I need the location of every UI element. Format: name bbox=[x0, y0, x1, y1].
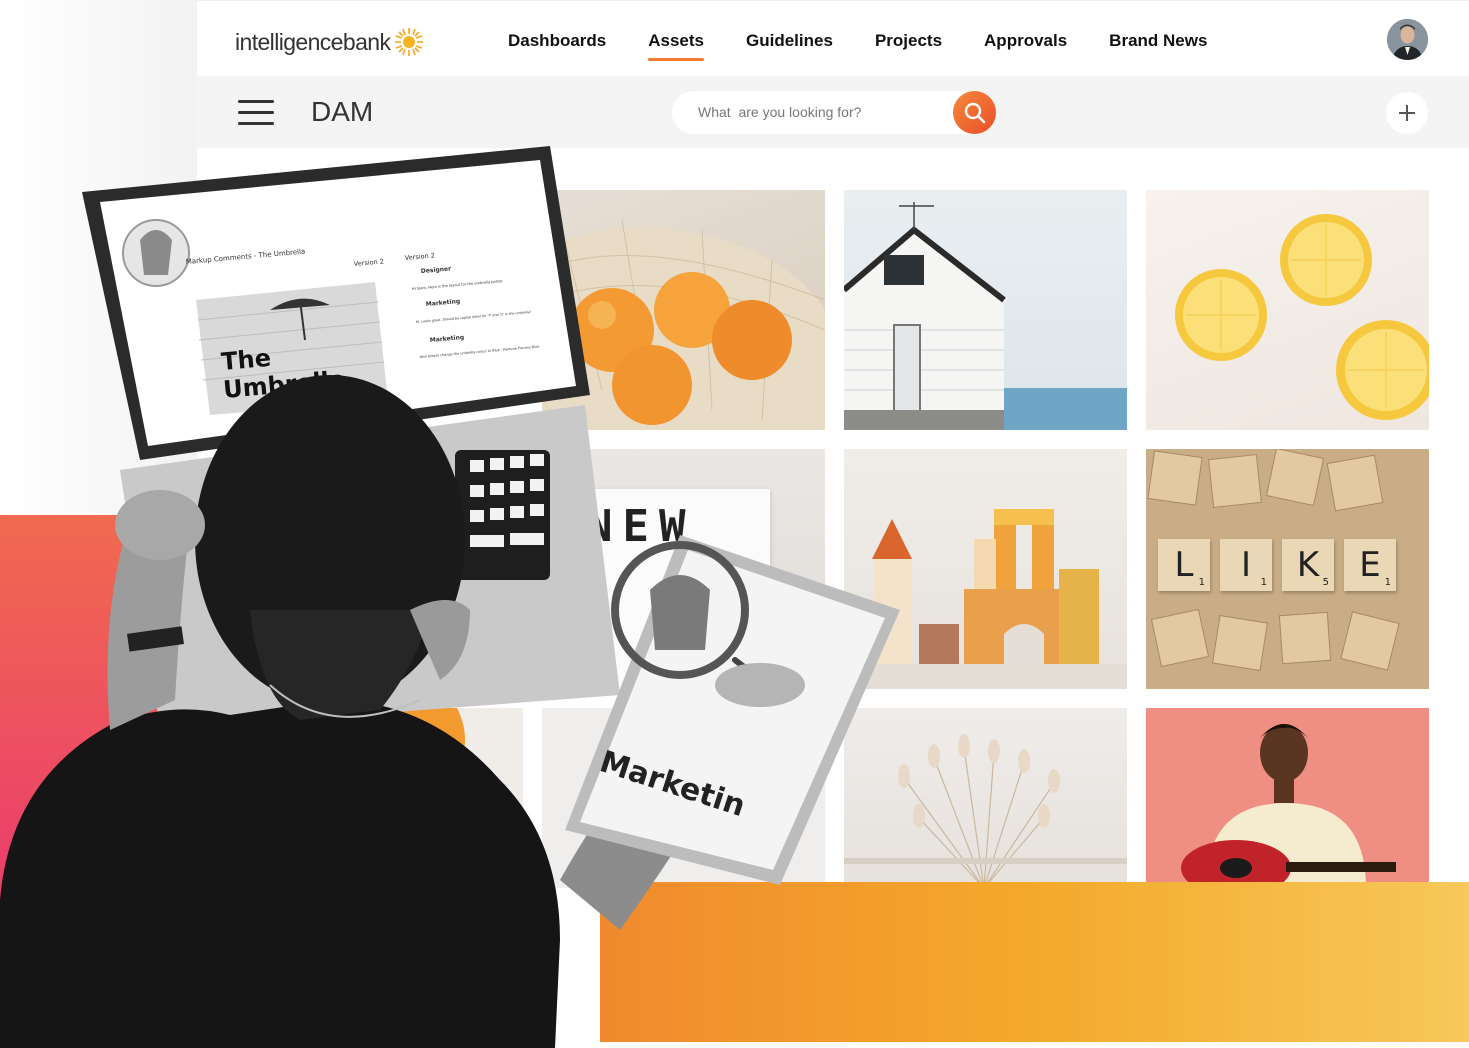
nav-approvals[interactable]: Approvals bbox=[984, 31, 1067, 51]
nav-assets[interactable]: Assets bbox=[648, 31, 704, 61]
user-avatar-image bbox=[1387, 19, 1428, 60]
top-navbar: intelligencebank Dashboards Assets Guide… bbox=[197, 0, 1469, 77]
plus-icon bbox=[1399, 105, 1415, 121]
user-avatar[interactable] bbox=[1387, 19, 1428, 60]
person-with-devices-collage: The Umbrella Markup Comments - The Umbre… bbox=[0, 146, 900, 1048]
tablet: Marketin bbox=[565, 535, 900, 885]
asset-tile-lemons[interactable] bbox=[1146, 190, 1429, 430]
brand-logo[interactable]: intelligencebank bbox=[235, 27, 424, 57]
asset-tile-guitarist[interactable] bbox=[1146, 708, 1429, 888]
add-button[interactable] bbox=[1386, 92, 1428, 134]
nav-dashboards[interactable]: Dashboards bbox=[508, 31, 606, 51]
main-nav: Dashboards Assets Guidelines Projects Ap… bbox=[508, 31, 1249, 61]
letter-tile: I1 bbox=[1220, 539, 1272, 591]
laptop-title-line1: The bbox=[220, 344, 272, 376]
search-box bbox=[672, 91, 996, 134]
like-letters: L1 I1 K5 E1 bbox=[1158, 539, 1406, 591]
letter-tile: L1 bbox=[1158, 539, 1210, 591]
letter-tile: E1 bbox=[1344, 539, 1396, 591]
sun-icon bbox=[395, 28, 424, 56]
nav-projects[interactable]: Projects bbox=[875, 31, 942, 51]
lemons-image bbox=[1175, 214, 1429, 420]
guitarist-image bbox=[1181, 724, 1396, 888]
nav-brand-news[interactable]: Brand News bbox=[1109, 31, 1207, 51]
search-input[interactable] bbox=[696, 103, 940, 121]
search-icon bbox=[964, 102, 985, 123]
hamburger-icon[interactable] bbox=[238, 100, 274, 126]
page-title: DAM bbox=[311, 96, 374, 127]
nav-guidelines[interactable]: Guidelines bbox=[746, 31, 833, 51]
asset-tile-like-tiles[interactable]: L1 I1 K5 E1 bbox=[1146, 449, 1429, 689]
search-button[interactable] bbox=[953, 91, 996, 134]
logo-text: intelligencebank bbox=[235, 28, 391, 55]
toolbar: DAM bbox=[197, 76, 1469, 148]
letter-tile: K5 bbox=[1282, 539, 1334, 591]
